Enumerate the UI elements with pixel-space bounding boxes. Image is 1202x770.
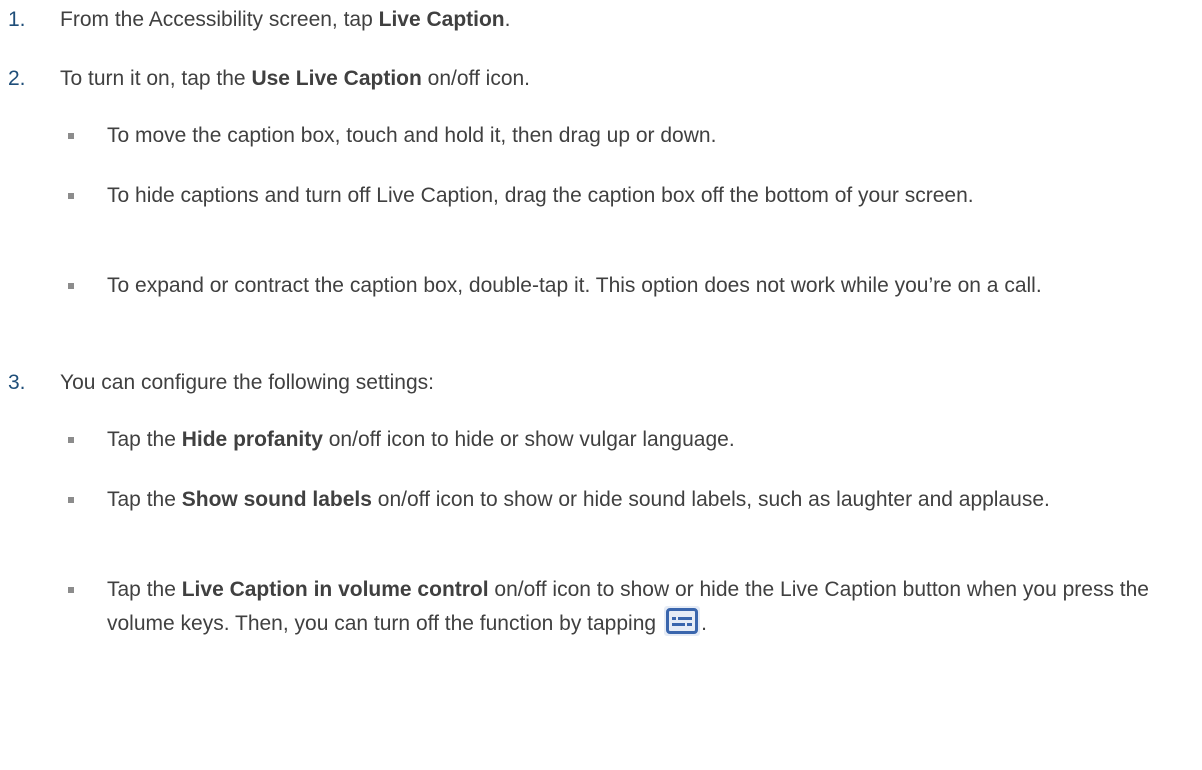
- bullet-text-part: Tap the: [107, 578, 182, 601]
- step-text-part: To turn it on, tap the: [60, 67, 252, 90]
- bullet-text-part: on/off icon to show or hide sound labels…: [371, 488, 1050, 511]
- live-caption-icon: [664, 606, 701, 636]
- ui-term: Live Caption in volume control: [181, 578, 489, 601]
- step-text-part: .: [504, 8, 511, 31]
- step-text: From the Accessibility screen, tap Live …: [60, 6, 1180, 34]
- step-text: You can configure the following settings…: [60, 371, 434, 394]
- step-number: 3.: [8, 371, 26, 394]
- step-text-part: From the Accessibility screen, tap: [60, 8, 379, 31]
- bullet-marker: [68, 133, 74, 139]
- bullet-text-part: Tap the: [107, 428, 182, 451]
- bullet-marker: [68, 587, 74, 593]
- instructions-document: 1. From the Accessibility screen, tap Li…: [0, 0, 1202, 770]
- bullet-text: To move the caption box, touch and hold …: [107, 124, 717, 147]
- bullet-marker: [68, 283, 74, 289]
- bullet-text: Tap the Hide profanity on/off icon to hi…: [107, 424, 1197, 456]
- bullet-text: To expand or contract the caption box, d…: [107, 274, 1042, 297]
- bullet-marker: [68, 437, 74, 443]
- ui-term: Use Live Caption: [251, 67, 422, 90]
- bullet-text: Tap the Live Caption in volume control o…: [107, 574, 1197, 640]
- bullet-text-part: on/off icon to hide or show vulgar langu…: [322, 428, 735, 451]
- step-number: 2.: [8, 67, 26, 90]
- bullet-text-part: Tap the: [107, 488, 182, 511]
- bullet-text: Tap the Show sound labels on/off icon to…: [107, 484, 1197, 516]
- step-text: To turn it on, tap the Use Live Caption …: [60, 65, 1180, 93]
- bullet-marker: [68, 193, 74, 199]
- ui-term: Show sound labels: [181, 488, 372, 511]
- step-number: 1.: [8, 8, 26, 31]
- live-caption-icon-graphic: [666, 608, 699, 634]
- bullet-text: To hide captions and turn off Live Capti…: [107, 184, 974, 207]
- ui-term: Hide profanity: [181, 428, 323, 451]
- bullet-marker: [68, 497, 74, 503]
- step-text-part: on/off icon.: [421, 67, 531, 90]
- bullet-text-part: .: [701, 612, 707, 635]
- ui-term: Live Caption: [378, 8, 505, 31]
